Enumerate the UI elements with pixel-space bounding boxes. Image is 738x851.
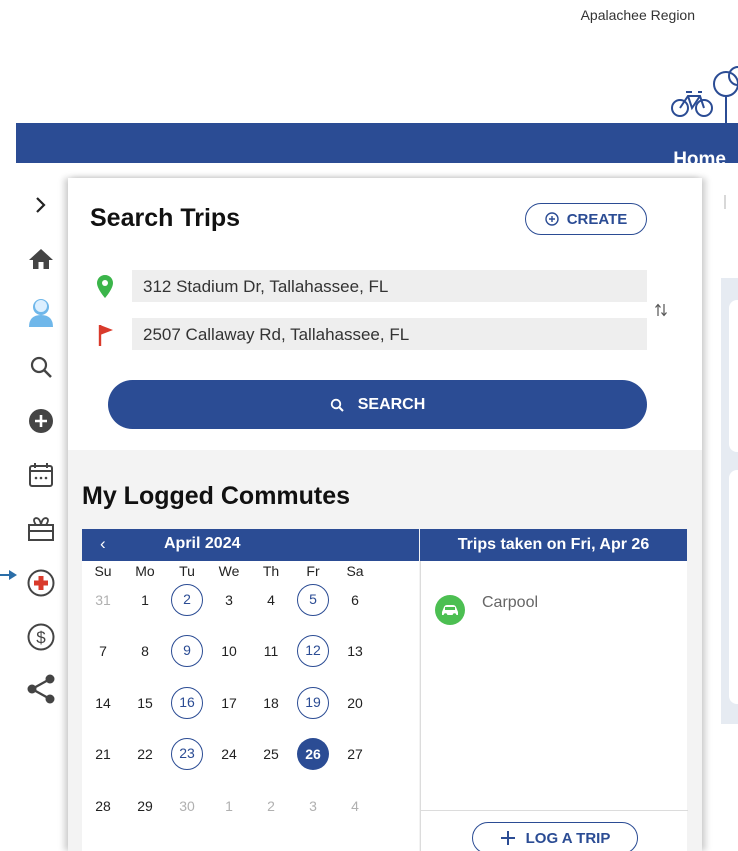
dollar-circle-icon[interactable]: $ (24, 620, 58, 654)
plus-icon (500, 831, 515, 845)
origin-input[interactable]: 312 Stadium Dr, Tallahassee, FL (132, 270, 647, 302)
region-label: Apalachee Region (580, 7, 695, 23)
calendar-day[interactable]: 10 (213, 635, 245, 667)
calendar-day[interactable]: 12 (297, 635, 329, 667)
calendar-day[interactable]: 13 (339, 635, 371, 667)
calendar-day[interactable]: 19 (297, 687, 329, 719)
destination-input[interactable]: 2507 Callaway Rd, Tallahassee, FL (132, 318, 647, 350)
calendar-day[interactable]: 8 (129, 635, 161, 667)
calendar-weekday: Th (262, 563, 280, 579)
calendar-day[interactable]: 9 (171, 635, 203, 667)
calendar-day[interactable]: 14 (87, 687, 119, 719)
create-button[interactable]: CREATE (525, 203, 647, 235)
share-icon[interactable] (24, 672, 58, 706)
swap-arrows-icon[interactable] (654, 302, 668, 318)
trips-list: Carpool LOG A TRIP (420, 561, 688, 851)
calendar-month-label: April 2024 (164, 535, 241, 552)
calendar-day[interactable]: 18 (255, 687, 287, 719)
calendar-day[interactable]: 2 (171, 584, 203, 616)
arrow-pointer-icon (0, 570, 17, 580)
logged-commutes-title: My Logged Commutes (82, 482, 351, 510)
calendar-day[interactable]: 11 (255, 635, 287, 667)
calendar-grid: Su Mo Tu We Th Fr Sa 31 1 2 3 4 5 6 7 8 9 10 11 12 13 14 15 16 1… (82, 561, 419, 851)
user-avatar-icon[interactable] (24, 296, 58, 330)
calendar-day[interactable]: 6 (339, 584, 371, 616)
calendar-day[interactable]: 21 (87, 738, 119, 770)
calendar-weekday: Mo (135, 563, 155, 579)
calendar-weekday: We (218, 563, 240, 579)
plus-circle-outline-icon (545, 212, 559, 226)
calendar-day[interactable]: 3 (297, 790, 329, 822)
chevron-right-icon[interactable] (24, 188, 58, 222)
calendar-day[interactable]: 24 (213, 738, 245, 770)
logged-commutes-section: My Logged Commutes ‹ April 2024 Su Mo Tu We… (68, 450, 702, 851)
nav-home-link[interactable]: Home (673, 149, 726, 171)
bicycle-tree-logo (671, 66, 738, 124)
calendar-day[interactable]: 1 (213, 790, 245, 822)
trips-divider (421, 810, 688, 811)
svg-text:$: $ (36, 628, 46, 647)
calendar-day[interactable]: 29 (129, 790, 161, 822)
calendar-day[interactable]: 26 (297, 738, 329, 770)
right-card (729, 300, 738, 452)
calendar-day[interactable]: 31 (87, 584, 119, 616)
search-button[interactable]: SEARCH (108, 380, 647, 429)
calendar-weekday: Sa (346, 563, 364, 579)
search-trips-title: Search Trips (90, 204, 241, 232)
calendar-day[interactable]: 28 (87, 790, 119, 822)
search-button-label: SEARCH (357, 395, 426, 413)
calendar-day[interactable]: 2 (255, 790, 287, 822)
calendar-day[interactable]: 4 (339, 790, 371, 822)
calendar-day[interactable]: 17 (213, 687, 245, 719)
calendar-weekday: Tu (179, 563, 195, 579)
create-button-label: CREATE (566, 210, 628, 228)
calendar-day[interactable]: 30 (171, 790, 203, 822)
destination-flag-icon (98, 325, 113, 346)
calendar-weekday: Su (94, 563, 112, 579)
log-trip-button[interactable]: LOG A TRIP (472, 822, 638, 851)
gift-icon[interactable] (24, 512, 58, 546)
plus-circle-icon[interactable] (24, 404, 58, 438)
calendar-weekday: Fr (306, 563, 320, 579)
calendar-icon[interactable] (24, 458, 58, 492)
search-icon[interactable] (24, 350, 58, 384)
carpool-icon[interactable] (435, 595, 465, 625)
calendar-day[interactable]: 25 (255, 738, 287, 770)
calendar-day[interactable]: 20 (339, 687, 371, 719)
calendar-header: ‹ April 2024 (82, 529, 419, 561)
right-card (729, 470, 738, 704)
trip-item-label[interactable]: Carpool (482, 594, 538, 612)
location-pin-icon (97, 275, 113, 298)
home-icon[interactable] (24, 242, 58, 276)
calendar-day[interactable]: 27 (339, 738, 371, 770)
calendar-day[interactable]: 16 (171, 687, 203, 719)
calendar-day[interactable]: 5 (297, 584, 329, 616)
search-trips-card: Search Trips CREATE 312 Stadium Dr, Tall… (68, 178, 702, 450)
calendar-day[interactable]: 22 (129, 738, 161, 770)
calendar-day[interactable]: 23 (171, 738, 203, 770)
medical-cross-icon[interactable] (24, 566, 58, 600)
log-trip-button-label: LOG A TRIP (525, 829, 611, 847)
page: Apalachee Region Home $ Search Trips CRE… (0, 0, 738, 851)
calendar-prev-button[interactable]: ‹ (100, 534, 106, 554)
search-icon (330, 398, 344, 412)
calendar-day[interactable]: 1 (129, 584, 161, 616)
calendar-day[interactable]: 4 (255, 584, 287, 616)
right-divider (724, 195, 726, 209)
calendar-day[interactable]: 3 (213, 584, 245, 616)
trips-header: Trips taken on Fri, Apr 26 (420, 529, 687, 561)
calendar-day[interactable]: 15 (129, 687, 161, 719)
calendar-day[interactable]: 7 (87, 635, 119, 667)
top-navbar: Home (16, 123, 738, 170)
